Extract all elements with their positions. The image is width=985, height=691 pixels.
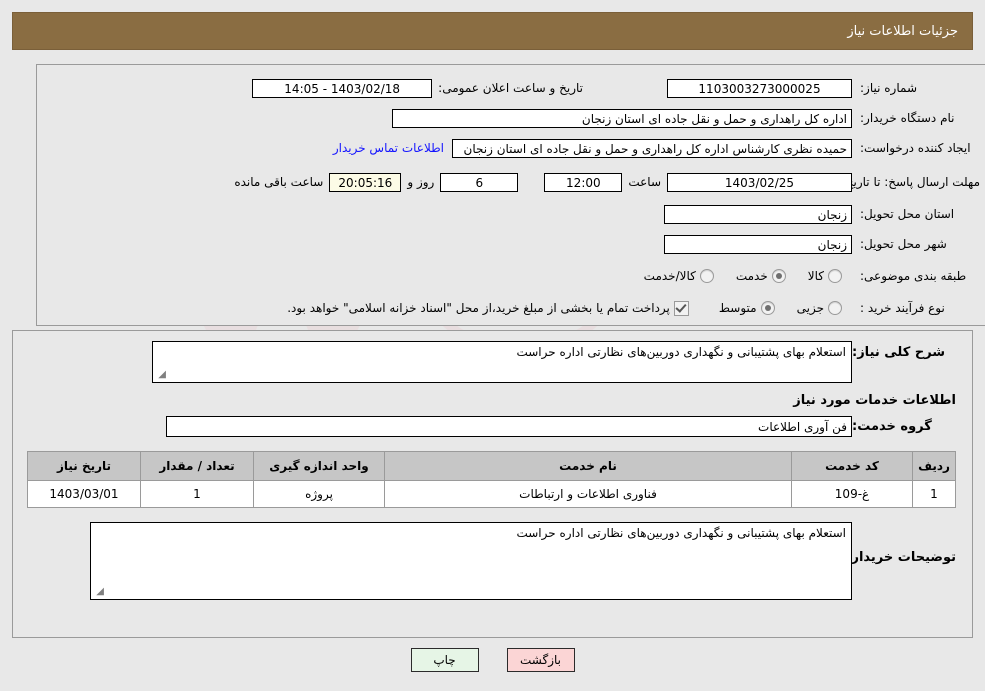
deadline-time: 12:00 xyxy=(544,172,623,192)
col-unit: واحد اندازه گیری xyxy=(253,451,385,481)
print-button[interactable]: چاپ xyxy=(410,648,479,672)
deadline-time-label: ساعت xyxy=(628,175,661,189)
treasury-note: پرداخت تمام یا بخشی از مبلغ خرید،از محل … xyxy=(287,301,670,315)
row-creator: ایجاد کننده درخواست: حمیده نظری کارشناس … xyxy=(37,135,985,161)
service-group-label: گروه خدمت: xyxy=(852,419,932,434)
row-category: طبقه بندی موضوعی: کالا خدمت کالا/خدمت xyxy=(37,263,985,289)
page-title-bar: جزئیات اطلاعات نیاز xyxy=(12,12,973,50)
radio-label-category-2: کالا/خدمت xyxy=(643,269,696,283)
province-label: استان محل تحویل: xyxy=(860,207,955,221)
buyer-org-label: نام دستگاه خریدار: xyxy=(860,111,955,125)
summary-textarea[interactable]: استعلام بهای پشتیبانی و نگهداری دوربین‌ه… xyxy=(152,341,852,383)
remaining-clock: 20:05:16 xyxy=(329,172,402,192)
col-code: کد خدمت xyxy=(791,451,913,481)
radio-category-kala-khedmat[interactable] xyxy=(699,269,714,283)
service-group-value: فن آوری اطلاعات xyxy=(166,416,852,437)
remaining-clock-label: ساعت باقی مانده xyxy=(234,175,324,189)
city-value: زنجان xyxy=(664,234,852,254)
services-panel: شرح کلی نیاز: استعلام بهای پشتیبانی و نگ… xyxy=(12,330,973,638)
radio-category-khedmat[interactable] xyxy=(771,269,786,283)
row-summary: شرح کلی نیاز: استعلام بهای پشتیبانی و نگ… xyxy=(13,331,972,383)
row-city: شهر محل تحویل: زنجان xyxy=(37,231,985,257)
treasury-checkbox[interactable] xyxy=(673,300,689,316)
col-quantity: تعداد / مقدار xyxy=(140,451,254,481)
radio-label-category-0: کالا xyxy=(807,269,824,283)
need-number-label: شماره نیاز: xyxy=(860,81,917,95)
row-buyer-org: نام دستگاه خریدار: اداره کل راهداری و حم… xyxy=(37,105,985,131)
back-button[interactable]: بازگشت xyxy=(506,648,575,672)
services-section-title: اطلاعات خدمات مورد نیاز xyxy=(793,393,956,408)
cell-code: غ-109 xyxy=(791,480,913,508)
remaining-days: 6 xyxy=(440,172,519,192)
table-row: 1 غ-109 فناوری اطلاعات و ارتباطات پروژه … xyxy=(27,480,956,508)
creator-value: حمیده نظری کارشناس اداره کل راهداری و حم… xyxy=(452,138,852,158)
col-index: ردیف xyxy=(912,451,956,481)
cell-index: 1 xyxy=(912,480,956,508)
radio-purchase-motavaset[interactable] xyxy=(760,301,775,315)
buyer-notes-textarea[interactable]: استعلام بهای پشتیبانی و نگهداری دوربین‌ه… xyxy=(90,522,852,600)
province-value: زنجان xyxy=(664,204,852,224)
cell-quantity: 1 xyxy=(140,480,254,508)
cell-name: فناوری اطلاعات و ارتباطات xyxy=(384,480,792,508)
cell-unit: پروژه xyxy=(253,480,385,508)
row-province: استان محل تحویل: زنجان xyxy=(37,201,985,227)
row-buyer-notes: توضیحات خریدار: استعلام بهای پشتیبانی و … xyxy=(13,508,972,600)
announce-label: تاریخ و ساعت اعلان عمومی: xyxy=(438,81,583,95)
deadline-date: 1403/02/25 xyxy=(667,172,852,192)
table-header-row: ردیف کد خدمت نام خدمت واحد اندازه گیری ت… xyxy=(27,451,956,481)
buyer-contact-link[interactable]: اطلاعات تماس خریدار xyxy=(333,141,444,155)
summary-label: شرح کلی نیاز: xyxy=(852,345,946,360)
page-title: جزئیات اطلاعات نیاز xyxy=(847,23,958,39)
row-service-group: گروه خدمت: فن آوری اطلاعات xyxy=(13,408,972,437)
radio-label-purchase-0: جزیی xyxy=(796,301,824,315)
col-name: نام خدمت xyxy=(384,451,792,481)
radio-purchase-jozei[interactable] xyxy=(828,301,842,315)
deadline-label: مهلت ارسال پاسخ: تا تاریخ: xyxy=(841,175,980,189)
buyer-org-value: اداره کل راهداری و حمل و نقل جاده ای است… xyxy=(392,108,852,128)
announce-value: 1403/02/18 - 14:05 xyxy=(252,78,433,98)
purchase-label: نوع فرآیند خرید : xyxy=(860,301,945,315)
resize-handle-icon[interactable]: ◢ xyxy=(94,587,104,597)
buyer-notes-label: توضیحات خریدار: xyxy=(846,550,956,565)
action-buttons: بازگشت چاپ xyxy=(0,648,985,672)
need-details-panel: شماره نیاز: 1103003273000025 تاریخ و ساع… xyxy=(36,64,985,326)
row-deadline: مهلت ارسال پاسخ: تا تاریخ: 1403/02/25 سا… xyxy=(37,165,985,199)
city-label: شهر محل تحویل: xyxy=(860,237,947,251)
radio-label-category-1: خدمت xyxy=(735,269,768,283)
cell-need-date: 1403/03/01 xyxy=(27,480,141,508)
services-table: ردیف کد خدمت نام خدمت واحد اندازه گیری ت… xyxy=(27,451,956,508)
resize-handle-icon[interactable]: ◢ xyxy=(156,370,166,380)
remaining-days-label: روز و xyxy=(407,175,435,189)
need-number-value: 1103003273000025 xyxy=(667,78,852,98)
row-need-number: شماره نیاز: 1103003273000025 تاریخ و ساع… xyxy=(37,75,985,101)
creator-label: ایجاد کننده درخواست: xyxy=(860,141,971,155)
row-purchase-type: نوع فرآیند خرید : جزیی متوسط پرداخت تمام… xyxy=(37,295,985,321)
category-label: طبقه بندی موضوعی: xyxy=(860,269,967,283)
summary-value: استعلام بهای پشتیبانی و نگهداری دوربین‌ه… xyxy=(516,345,846,359)
col-need-date: تاریخ نیاز xyxy=(27,451,141,481)
buyer-notes-value: استعلام بهای پشتیبانی و نگهداری دوربین‌ه… xyxy=(516,526,846,540)
radio-category-kala[interactable] xyxy=(828,269,842,283)
radio-label-purchase-1: متوسط xyxy=(718,301,757,315)
